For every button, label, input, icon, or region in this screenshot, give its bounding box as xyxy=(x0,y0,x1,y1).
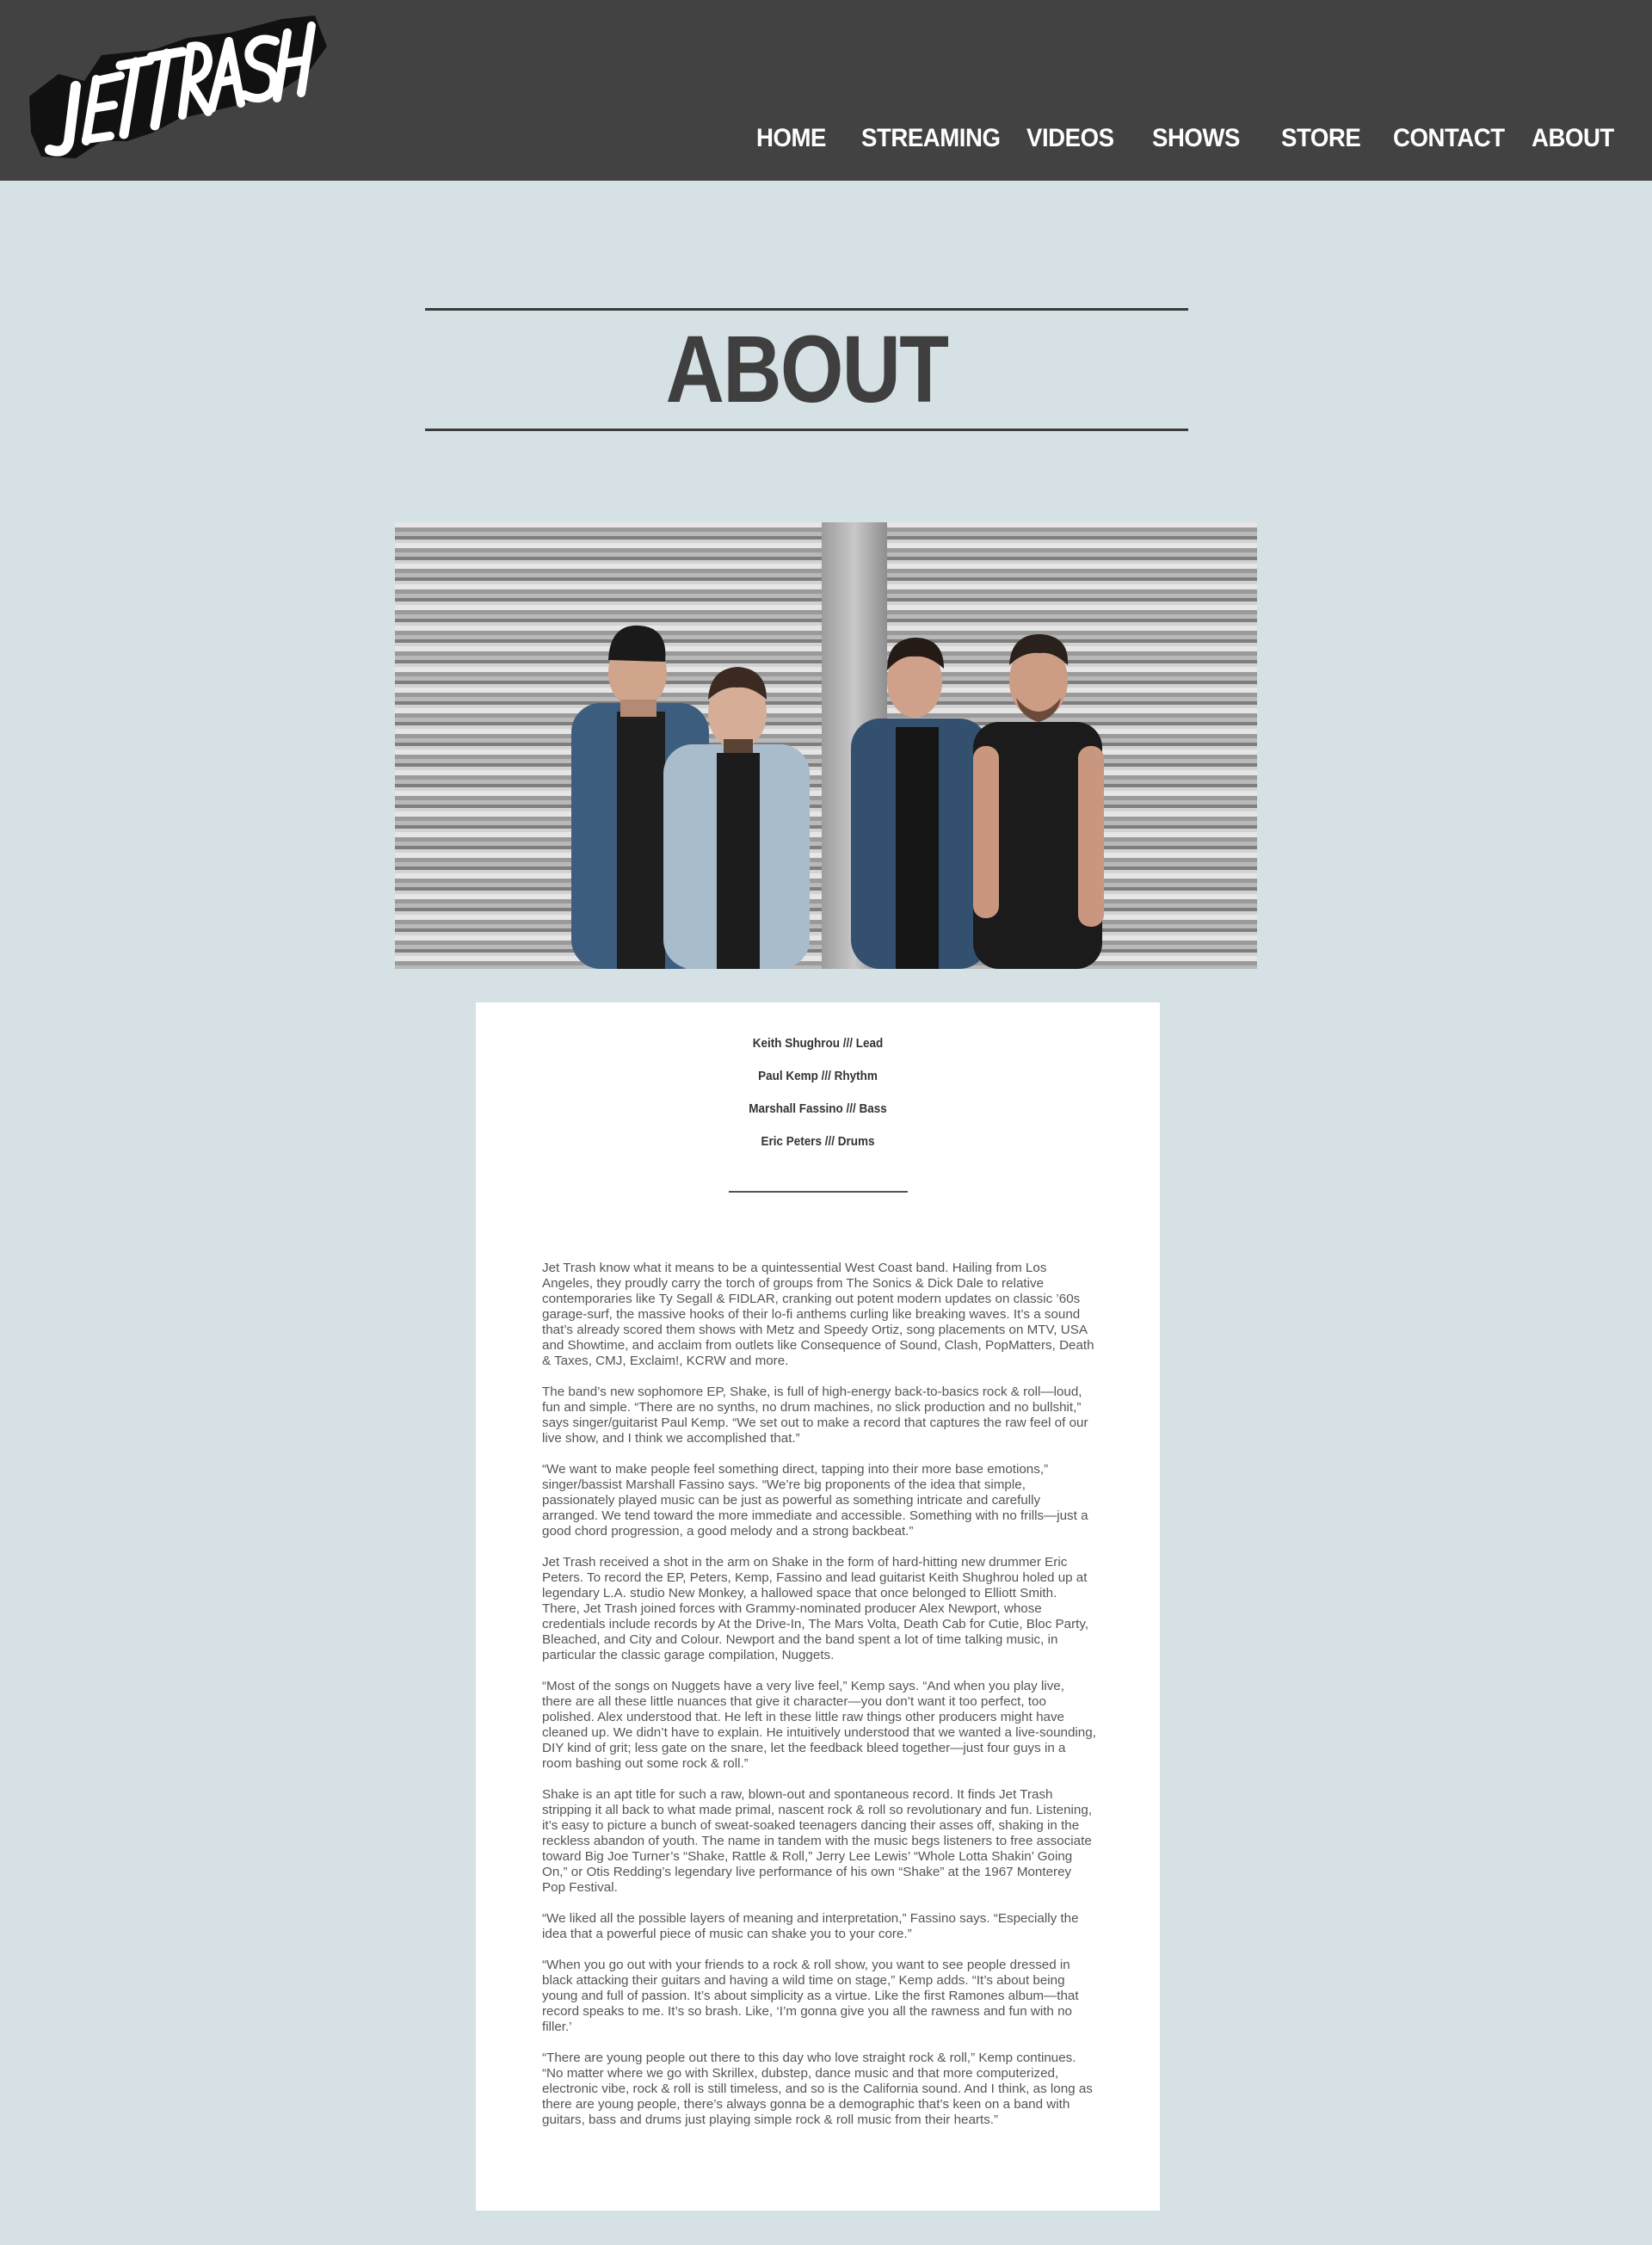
member-keith-shughrou: Keith Shughrou /// Lead xyxy=(752,1036,884,1051)
bio-paragraph: Jet Trash know what it means to be a qui… xyxy=(542,1261,1094,1368)
main-nav: HOME STREAMING VIDEOS SHOWS STORE CONTAC… xyxy=(0,124,1652,158)
about-content-card: Keith Shughrou /// Lead Paul Kemp /// Rh… xyxy=(476,1002,1160,2211)
nav-home[interactable]: HOME xyxy=(756,124,826,153)
member-eric-peters: Eric Peters /// Drums xyxy=(761,1134,875,1149)
band-members-list: Keith Shughrou /// Lead Paul Kemp /// Rh… xyxy=(476,1035,1160,1166)
nav-contact[interactable]: CONTACT xyxy=(1393,124,1505,153)
bio-paragraph: “Most of the songs on Nuggets have a ver… xyxy=(542,1679,1096,1771)
nav-about[interactable]: ABOUT xyxy=(1532,124,1614,153)
title-rule-top xyxy=(425,308,1188,311)
bio-paragraph: The band’s new sophomore EP, Shake, is f… xyxy=(542,1385,1088,1446)
divider xyxy=(729,1191,908,1193)
bio-paragraph: Shake is an apt title for such a raw, bl… xyxy=(542,1787,1093,1895)
bio-paragraph: “There are young people out there to thi… xyxy=(542,2051,1093,2127)
bio-paragraph: “We liked all the possible layers of mea… xyxy=(542,1911,1079,1941)
band-bio: Jet Trash know what it means to be a qui… xyxy=(542,1261,1097,2143)
title-rule-bottom xyxy=(425,429,1188,431)
page-title: ABOUT xyxy=(665,317,949,422)
nav-shows[interactable]: SHOWS xyxy=(1152,124,1240,153)
bio-paragraph: Jet Trash received a shot in the arm on … xyxy=(542,1555,1089,1662)
nav-videos[interactable]: VIDEOS xyxy=(1026,124,1114,153)
site-header: HOME STREAMING VIDEOS SHOWS STORE CONTAC… xyxy=(0,0,1652,181)
member-marshall-fassino: Marshall Fassino /// Bass xyxy=(749,1101,887,1116)
bio-paragraph: “We want to make people feel something d… xyxy=(542,1462,1088,1539)
nav-store[interactable]: STORE xyxy=(1281,124,1361,153)
band-photo xyxy=(395,522,1257,969)
bio-paragraph: “When you go out with your friends to a … xyxy=(542,1958,1079,2034)
nav-streaming[interactable]: STREAMING xyxy=(861,124,1001,153)
member-paul-kemp: Paul Kemp /// Rhythm xyxy=(758,1069,878,1083)
band-photo-image xyxy=(395,522,1257,969)
